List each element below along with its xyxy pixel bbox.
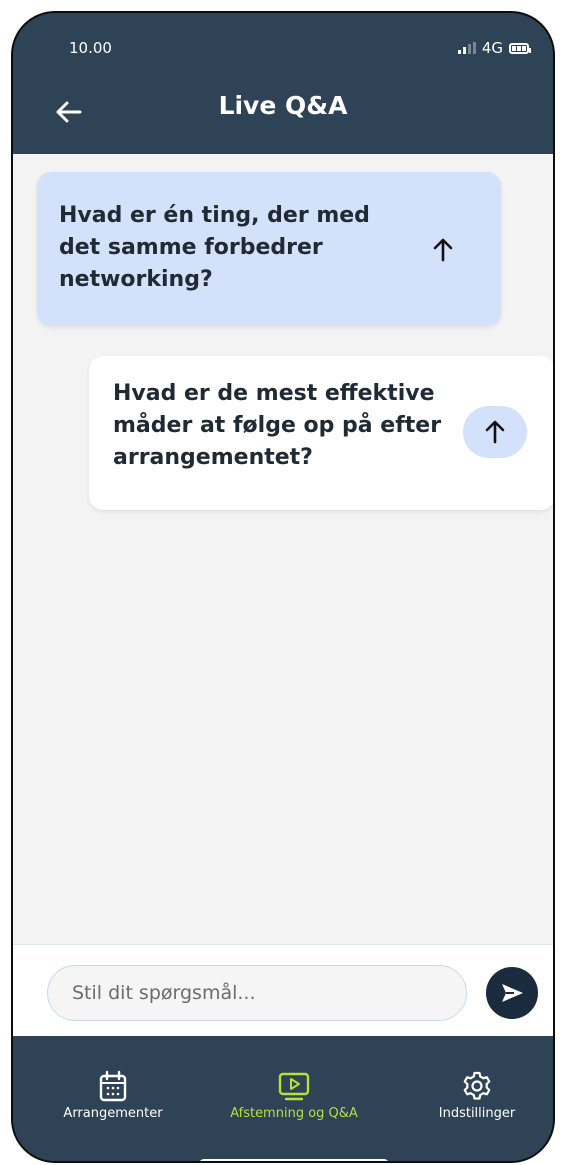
calendar-icon	[99, 1070, 127, 1102]
status-time: 10.00	[69, 39, 112, 57]
battery-icon	[509, 42, 531, 54]
upvote-button[interactable]	[423, 230, 463, 270]
phone-frame: 10.00 4G Live Q&A Hvad er én ting, der m…	[11, 11, 555, 1163]
arrow-up-icon	[485, 420, 505, 444]
send-icon	[502, 984, 523, 1002]
nav-item-indstillinger[interactable]: Indstillinger	[407, 1066, 547, 1121]
question-text: Hvad er én ting, der med det samme forbe…	[59, 203, 370, 292]
status-bar: 10.00 4G	[13, 13, 553, 71]
play-screen-icon	[278, 1072, 310, 1101]
arrow-up-icon	[433, 238, 453, 262]
page-title: Live Q&A	[218, 91, 348, 120]
send-button[interactable]	[486, 967, 538, 1019]
network-type: 4G	[481, 39, 503, 57]
questions-list: Hvad er én ting, der med det samme forbe…	[13, 154, 553, 944]
nav-label: Arrangementer	[63, 1106, 163, 1121]
nav-label: Indstillinger	[438, 1106, 516, 1121]
composer-bar	[13, 944, 553, 1037]
app-header: Live Q&A	[13, 73, 553, 153]
question-card: Hvad er de mest effektive måder at følge…	[89, 356, 553, 510]
nav-item-afstemning[interactable]: Afstemning og Q&A	[209, 1066, 379, 1121]
nav-item-arrangementer[interactable]: Arrangementer	[45, 1066, 181, 1121]
nav-label: Afstemning og Q&A	[230, 1106, 358, 1121]
bottom-nav: Arrangementer Afstemning og Q&A Indstill…	[13, 1036, 553, 1161]
question-card: Hvad er én ting, der med det samme forbe…	[37, 172, 501, 326]
question-input[interactable]	[47, 965, 467, 1021]
upvote-button[interactable]	[463, 406, 527, 458]
question-text: Hvad er de mest effektive måder at følge…	[113, 381, 442, 470]
status-indicators: 4G	[457, 39, 531, 57]
home-indicator[interactable]	[199, 1159, 389, 1161]
gear-icon	[463, 1071, 491, 1100]
signal-icon	[457, 42, 476, 54]
